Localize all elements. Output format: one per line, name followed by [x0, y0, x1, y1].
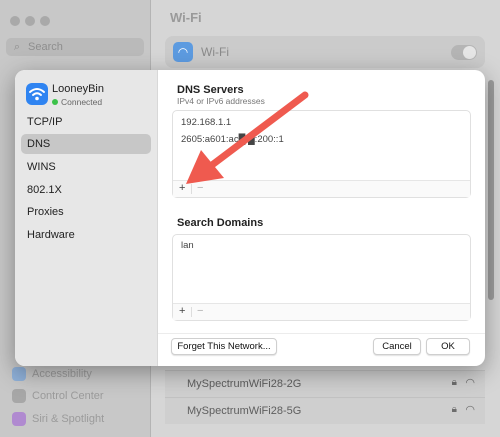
ok-button[interactable]: OK: [426, 338, 470, 355]
search-domains-list[interactable]: lan + −: [172, 234, 471, 321]
pane-title: Wi-Fi: [170, 10, 202, 25]
lock-icon: 🔒︎: [451, 404, 457, 415]
siri-icon: [12, 412, 26, 426]
cancel-button[interactable]: Cancel: [373, 338, 421, 355]
network-row[interactable]: MySpectrumWiFi28-2G 🔒︎ ◠: [165, 370, 485, 397]
sidebar-item-accessibility[interactable]: Accessibility: [12, 367, 92, 381]
wifi-signal-icon: ◠: [465, 404, 475, 416]
footer-divider: [158, 333, 485, 334]
scrollbar[interactable]: [488, 80, 494, 300]
tab-proxies[interactable]: Proxies: [21, 202, 151, 222]
wifi-row-label: Wi-Fi: [201, 45, 229, 59]
sidebar-item-control-center[interactable]: Control Center: [12, 389, 104, 403]
dns-servers-list[interactable]: 192.168.1.1 2605:a601:ac█ █:200::1 + −: [172, 110, 471, 198]
status-text: Connected: [61, 97, 103, 107]
dns-server-entry[interactable]: 2605:a601:ac█ █:200::1: [181, 134, 284, 145]
network-name: MySpectrumWiFi28-2G: [187, 378, 302, 390]
tab-hardware[interactable]: Hardware: [21, 225, 151, 245]
sidebar-item-label: Accessibility: [32, 367, 92, 380]
dns-servers-title: DNS Servers: [177, 84, 244, 96]
sidebar-item-label: Control Center: [32, 389, 104, 402]
add-dns-server-button[interactable]: +: [179, 182, 185, 194]
search-icon: ⌕: [13, 41, 21, 53]
sidebar-item-siri-spotlight[interactable]: Siri & Spotlight: [12, 412, 104, 426]
connected-indicator: [52, 98, 58, 105]
tab-802-1x[interactable]: 802.1X: [21, 180, 151, 200]
control-center-icon: [12, 389, 26, 403]
search-input[interactable]: ⌕ Search: [6, 38, 144, 56]
search-domains-title: Search Domains: [177, 217, 264, 229]
network-details-sheet: LooneyBin Connected TCP/IP DNS WINS 802.…: [15, 70, 485, 366]
remove-dns-server-button[interactable]: −: [197, 182, 203, 194]
wifi-toggle-row: ◠ Wi-Fi: [165, 36, 485, 68]
network-row[interactable]: MySpectrumWiFi28-5G 🔒︎ ◠: [165, 397, 485, 424]
sheet-sidebar: LooneyBin Connected TCP/IP DNS WINS 802.…: [15, 70, 158, 366]
tab-dns[interactable]: DNS: [21, 134, 151, 154]
divider: [191, 307, 192, 317]
minimize-window-button[interactable]: [25, 16, 35, 26]
search-placeholder: Search: [28, 41, 63, 53]
lock-icon: 🔒︎: [451, 377, 457, 388]
remove-search-domain-button[interactable]: −: [197, 305, 203, 317]
search-domains-controls: + −: [173, 303, 470, 320]
wifi-icon: ◠: [173, 42, 193, 62]
tab-wins[interactable]: WINS: [21, 157, 151, 177]
search-domain-entry[interactable]: lan: [181, 240, 194, 251]
forget-network-button[interactable]: Forget This Network...: [171, 338, 277, 355]
dns-servers-subtitle: IPv4 or IPv6 addresses: [177, 96, 265, 106]
divider: [191, 184, 192, 194]
network-name: LooneyBin: [52, 83, 104, 95]
tab-tcp-ip[interactable]: TCP/IP: [21, 112, 151, 132]
wifi-signal-icon: ◠: [465, 377, 475, 389]
close-window-button[interactable]: [10, 16, 20, 26]
network-status: Connected: [52, 97, 102, 107]
accessibility-icon: [12, 367, 26, 381]
dns-server-entry[interactable]: 192.168.1.1: [181, 117, 231, 128]
zoom-window-button[interactable]: [40, 16, 50, 26]
network-name: MySpectrumWiFi28-5G: [187, 405, 302, 417]
dns-list-controls: + −: [173, 180, 470, 197]
wifi-network-icon: [26, 83, 48, 105]
add-search-domain-button[interactable]: +: [179, 305, 185, 317]
wifi-toggle[interactable]: [451, 45, 477, 60]
sidebar-item-label: Siri & Spotlight: [32, 412, 105, 425]
